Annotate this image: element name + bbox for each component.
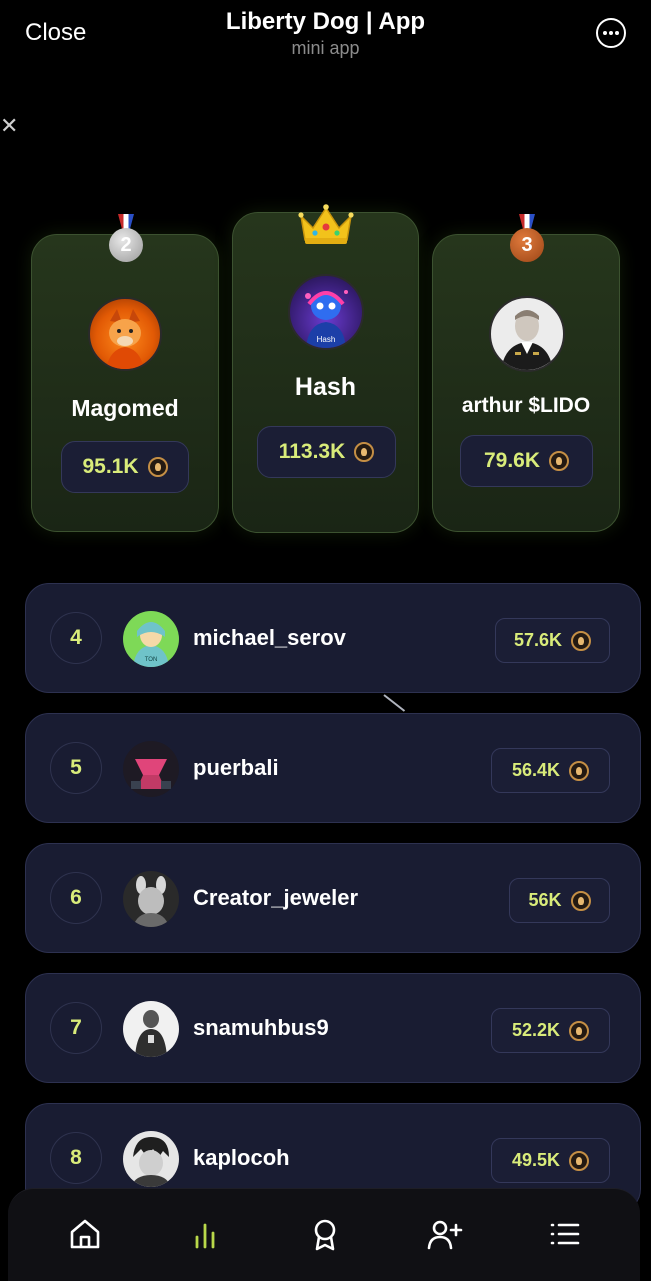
rank-badge: 4: [50, 612, 102, 664]
avatar: [88, 297, 162, 371]
score-value: 113.3K: [278, 440, 346, 463]
leaderboard-row[interactable]: 5 puerbali 56.4K: [25, 713, 641, 823]
coin-icon: [571, 630, 592, 651]
avatar: [489, 296, 565, 372]
podium-card-third[interactable]: arthur $LIDO 79.6K: [432, 234, 620, 532]
pod-name: arthur $LIDO: [461, 394, 591, 417]
svg-text:Hash: Hash: [317, 335, 336, 344]
rank-badge: 6: [50, 872, 102, 924]
coin-icon: [147, 457, 168, 477]
app-title: Liberty Dog | App: [225, 8, 426, 35]
coin-icon: [569, 1150, 590, 1171]
coin-icon: [354, 442, 375, 462]
coin-icon: [569, 1020, 590, 1041]
score-value: 79.6K: [483, 449, 541, 472]
menu-icon[interactable]: [542, 1211, 588, 1257]
leaderboard-row[interactable]: 7 snamuhbus9 52.2K: [25, 973, 641, 1083]
row-name: michael_serov: [193, 625, 346, 650]
pod-name: Hash: [294, 373, 357, 401]
leaderboard-row[interactable]: 4 TON michael_serov 57.6K: [25, 583, 641, 693]
score-pill: 56K: [509, 878, 610, 923]
coin-icon: [570, 890, 591, 911]
row-name: kaplocoh: [193, 1145, 290, 1170]
score-value: 52.2K: [511, 1020, 561, 1040]
score-value: 56.4K: [511, 760, 561, 780]
rank-badge: 8: [50, 1132, 102, 1184]
avatar: TON: [123, 611, 179, 667]
score-pill: 56.4K: [491, 748, 610, 793]
light-streak: [383, 694, 406, 712]
score-value: 56K: [528, 890, 562, 910]
score-pill: 95.1K: [61, 441, 189, 493]
invite-friend-icon[interactable]: [422, 1211, 468, 1257]
podium-card-second[interactable]: Magomed 95.1K: [31, 234, 219, 532]
avatar: Hash: [288, 274, 364, 350]
score-value: 95.1K: [82, 455, 139, 478]
pod-name: Magomed: [71, 395, 179, 421]
score-value: 57.6K: [513, 630, 563, 650]
coin-icon: [549, 451, 570, 471]
rank-badge: 5: [50, 742, 102, 794]
score-pill: 79.6K: [460, 435, 593, 487]
rewards-icon[interactable]: [302, 1211, 348, 1257]
avatar: [123, 741, 179, 797]
row-name: Creator_jeweler: [193, 885, 359, 910]
svg-text:TON: TON: [145, 657, 158, 663]
avatar: [123, 871, 179, 927]
coin-icon: [569, 760, 590, 781]
crown-icon: [297, 202, 355, 246]
avatar: [123, 1131, 179, 1187]
podium-card-first[interactable]: Hash 113.3K: [232, 212, 419, 533]
bronze-medal-icon: 3: [510, 214, 544, 264]
leaderboard-row[interactable]: 6 Creator_jeweler 56K: [25, 843, 641, 953]
score-value: 49.5K: [511, 1150, 561, 1170]
rank-badge: 7: [50, 1002, 102, 1054]
score-pill: 113.3K: [257, 426, 396, 478]
app-subtitle: mini app: [291, 38, 360, 58]
score-pill: 49.5K: [491, 1138, 610, 1183]
row-name: puerbali: [193, 755, 279, 780]
close-icon[interactable]: ✕: [0, 113, 18, 139]
silver-medal-icon: 2: [109, 214, 143, 264]
more-icon[interactable]: [596, 18, 626, 48]
score-pill: 57.6K: [495, 618, 610, 663]
leaderboard-icon[interactable]: [182, 1211, 228, 1257]
avatar: [123, 1001, 179, 1057]
row-name: snamuhbus9: [193, 1015, 329, 1040]
home-icon[interactable]: [62, 1211, 108, 1257]
score-pill: 52.2K: [491, 1008, 610, 1053]
bottom-nav: [8, 1188, 640, 1281]
